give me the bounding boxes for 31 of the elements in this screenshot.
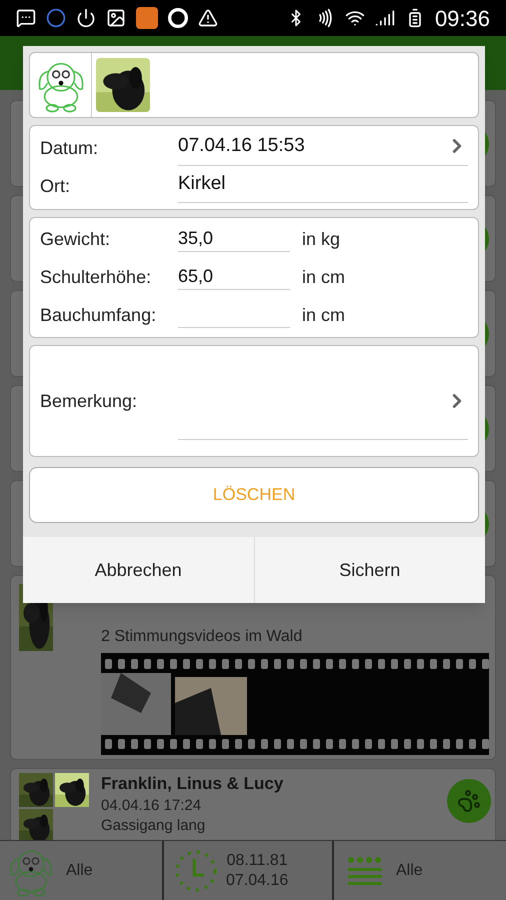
date-label: Datum: [40,137,100,160]
measurement-label: Gewicht: [40,228,112,251]
remark-label: Bemerkung: [40,390,138,413]
date-field[interactable]: 07.04.16 15:53 [178,132,468,166]
power-icon [76,8,96,28]
clock-time: 09:36 [434,4,490,32]
app-icon [136,7,158,29]
place-label: Ort: [40,174,71,198]
date-from: 08.11.81 [226,850,288,870]
message-icon [16,8,36,28]
unit-label: in cm [302,304,346,327]
measurement-field[interactable]: 35,0 [178,227,290,252]
measurement-field[interactable]: 65,0 [178,265,290,290]
entry-card[interactable]: Franklin, Linus & Lucy 04.04.16 17:24 Gassigang lang [10,768,496,840]
paw-icon [457,789,481,813]
warning-icon [198,8,218,28]
list-icon [348,856,382,886]
image-icon [106,8,126,28]
clock-icon [174,848,218,892]
place-field[interactable]: Kirkel [178,170,468,203]
date-to: 07.04.16 [226,870,288,890]
measurement-label: Bauchumfang: [40,304,158,327]
unit-label: in kg [302,228,340,251]
measurement-label: Schulterhöhe: [40,266,152,289]
entry-description: 2 Stimmungsvideos im Wald [101,627,304,647]
entry-title: Franklin, Linus & Lucy [101,773,284,794]
dialog-button[interactable]: Sichern [254,537,485,603]
entry-date: 04.04.16 17:24 [101,796,202,816]
unit-label: in cm [302,266,346,289]
signal-icon [374,8,395,28]
entry-description: Gassigang lang [101,816,206,836]
